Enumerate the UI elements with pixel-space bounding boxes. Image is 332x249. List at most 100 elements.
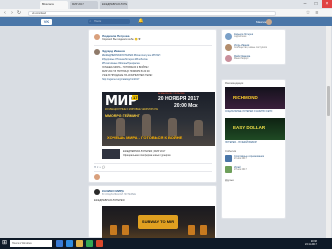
- feed-post: КАЗИНО МИРА В СОЦИАЛЬНОЙ ЛОТЕРЕЕ ЕЖЕДНЕВ…: [88, 185, 217, 238]
- browser-tab-2[interactable]: МИР 2017: [70, 1, 98, 9]
- ad-caption[interactable]: ЛОТЕРЕЯ - ЛУЧШИЙ ВЫБОР: [225, 142, 257, 144]
- banner-figure: [110, 225, 117, 235]
- post-text-line[interactable]: #Здоровье #ТочнаяЛотерея #Изобилие: [102, 58, 148, 61]
- item-sub: 23 ноя 2017: [234, 169, 247, 171]
- star-icon[interactable]: ☆: [305, 10, 311, 16]
- bell-icon[interactable]: 🔔: [138, 18, 144, 24]
- post-image-banner[interactable]: SUBWAY TO MIR: [102, 206, 215, 238]
- attachment-subtitle: Официальная платформа новых турниров: [123, 154, 171, 157]
- ads-block: Рекомендации RICHMOND СОЦИАЛЬНЫЕ ЛОТЕРЕИ…: [221, 79, 286, 219]
- banner-subtitle: КОЛЛЕКЦИОННЫЕ И МИРОВЫЕ ЧЕМПИОНАТЫ: [105, 109, 158, 111]
- banner-logo: SUBWAY TO MIR: [138, 215, 178, 229]
- banner-heading: ВСЕМИРНОЕ ОТКРЫТИЕ: [158, 92, 185, 95]
- banner-figure: [194, 120, 203, 136]
- vk-logo[interactable]: VK: [41, 18, 52, 25]
- taskbar-clock[interactable]: 20:38 23.11.2017: [305, 240, 317, 246]
- section-heading: События: [225, 150, 237, 153]
- windows-taskbar: ⊞ Поиск в Windows 20:38 23.11.2017: [0, 238, 332, 249]
- post-actions[interactable]: ❤ 2 ↪ 💬: [94, 166, 105, 169]
- attachment-title[interactable]: ЕЖЕДНЕВНАЯ ЛОТЕРЕЯ | МИР 2017: [123, 150, 165, 153]
- avatar: [225, 44, 232, 51]
- item-sub: подписчики: [234, 36, 247, 38]
- avatar: [225, 55, 232, 62]
- search-placeholder: Поиск: [94, 20, 102, 23]
- feed-post: Людмила Петрова Хорошо! Вы подняли себе …: [88, 29, 217, 183]
- post-text-line: МИР 2017 В ПЯТНИЦУ НОЯБРЯ В 20:00: [102, 70, 150, 73]
- item-sub: Сообщество, новые поступили: [234, 47, 267, 49]
- chrome-icon[interactable]: [86, 240, 93, 247]
- app-icon[interactable]: [96, 240, 103, 247]
- close-button[interactable]: ×: [322, 0, 332, 8]
- list-item[interactable]: Спортивные соревнования 23 ноя 2017: [225, 155, 285, 163]
- list-item[interactable]: Карьера Лотерея подписчики: [225, 33, 285, 41]
- news-feed: Людмила Петрова Хорошо! Вы подняли себе …: [88, 29, 217, 238]
- attachment-thumbnail: [102, 149, 120, 159]
- banner-tagline: ХОЧЕШЬ МИРА - ГОТОВЬСЯ К ВОЙНЕ: [107, 135, 183, 140]
- reload-icon[interactable]: ↻: [16, 10, 22, 16]
- banner-badge: 17: [132, 95, 139, 100]
- avatar[interactable]: [94, 34, 100, 40]
- attached-link[interactable]: ЕЖЕДНЕВНАЯ ЛОТЕРЕЯ | МИР 2017 Официальна…: [102, 149, 215, 159]
- banner-time: 20:00 Мск: [174, 103, 198, 109]
- avatar: [225, 166, 232, 173]
- post-image-banner[interactable]: МИР 17 ВСЕМИРНОЕ ОТКРЫТИЕ 20 НОЯБРЯ 2017…: [102, 92, 215, 146]
- post-subtitle: В СОЦИАЛЬНОЙ ЛОТЕРЕЕ: [102, 192, 136, 196]
- ad-title: RICHMOND: [233, 95, 258, 100]
- section-heading: Друзья: [225, 179, 234, 182]
- avatar[interactable]: [94, 189, 100, 195]
- maximize-button[interactable]: □: [311, 0, 321, 8]
- avatar[interactable]: [266, 18, 272, 25]
- scrollbar-thumb[interactable]: [327, 86, 330, 116]
- post-link[interactable]: http://ugamer.org/catalog/mir2017: [102, 78, 139, 81]
- clock-date: 23.11.2017: [305, 243, 317, 247]
- ad-image[interactable]: RICHMOND: [225, 87, 285, 109]
- banner-figure: [122, 225, 129, 235]
- task-view-icon[interactable]: [56, 240, 63, 247]
- avatar: [225, 33, 232, 40]
- post-text-line: ХОЧЕШЬ МИРА - ГОТОВЬСЯ К ВОЙНЕ!: [102, 66, 149, 69]
- banner-figure: [168, 118, 177, 136]
- post-text-line[interactable]: #Позитивные #ЖизньПрекрасна: [102, 62, 140, 65]
- banner-figure: [200, 225, 207, 235]
- explorer-icon[interactable]: [76, 240, 83, 247]
- post-author[interactable]: Эдуард Иванов: [102, 49, 125, 53]
- ad-image[interactable]: EASY DOLLAR: [225, 118, 285, 140]
- taskbar-search[interactable]: Поиск в Windows: [10, 240, 52, 247]
- list-item[interactable]: Играй 23 ноя 2017: [225, 166, 285, 174]
- banner-figure: [142, 114, 151, 136]
- vk-search-input[interactable]: ⌕ Поиск: [88, 19, 130, 24]
- post-text-line[interactable]: #ЕЖЕДНЕВНАЯЛОТЕРЕЯ #Благополучие #ПЛАН: [102, 54, 160, 57]
- search-icon: ⌕: [89, 19, 92, 23]
- divider: [94, 163, 212, 164]
- edge-icon[interactable]: [66, 240, 73, 247]
- vk-header: VK ⌕ Поиск 🔔 Максим: [0, 17, 332, 26]
- ad-title: EASY DOLLAR: [233, 125, 266, 130]
- ad-caption[interactable]: СОЦИАЛЬНЫЕ ЛОТЕРЕИ И КАЗИНО СЕТИ: [225, 111, 272, 113]
- windows-start-icon[interactable]: ⊞: [1, 240, 8, 247]
- url-field[interactable]: vk.com/feed: [28, 10, 276, 16]
- minimize-button[interactable]: –: [300, 0, 310, 8]
- item-sub: 23 ноя 2017: [234, 158, 247, 160]
- avatar: [225, 155, 232, 162]
- menu-icon[interactable]: ≡: [314, 10, 320, 16]
- forward-icon[interactable]: ›: [9, 10, 15, 16]
- section-heading: Рекомендации: [225, 82, 244, 85]
- avatar: [94, 174, 100, 180]
- browser-tab-3[interactable]: ЕЖЕДНЕВНАЯ ЛОТЕ: [100, 1, 128, 9]
- avatar[interactable]: [94, 49, 100, 55]
- list-item[interactable]: Игорь Иванов Сообщество, новые поступили: [225, 44, 285, 52]
- comment-text: Хорошо! Вы подняли себе 🙂 ❤: [102, 37, 141, 41]
- browser-tab-bar: ВКонтакте МИР 2017 ЕЖЕДНЕВНАЯ ЛОТЕ – □ ×: [0, 0, 332, 9]
- post-text-line: УЖЕ В ПРОДАЖЕ НА КОМПЬЮТЕР-ТЕЛЕ!: [102, 74, 153, 77]
- back-icon[interactable]: ‹: [2, 10, 8, 16]
- banner-date: 20 НОЯБРЯ 2017: [158, 96, 199, 102]
- page-scrollbar[interactable]: [326, 26, 331, 238]
- address-bar-row: ‹ › ↻ vk.com/feed ☆ ≡: [0, 9, 332, 17]
- list-item[interactable]: Майя Иванова Маня Лифорт: [225, 55, 285, 63]
- banner-figure: [116, 118, 125, 136]
- divider: [94, 171, 212, 172]
- post-text: ЕЖЕДНЕВНАЯ ЛОТЕРЕЯ: [94, 199, 125, 202]
- browser-tab-vk[interactable]: ВКонтакте: [40, 1, 68, 9]
- communities-block: Карьера Лотерея подписчики Игорь Иванов …: [221, 29, 286, 65]
- item-sub: Маня Лифорт: [234, 58, 249, 60]
